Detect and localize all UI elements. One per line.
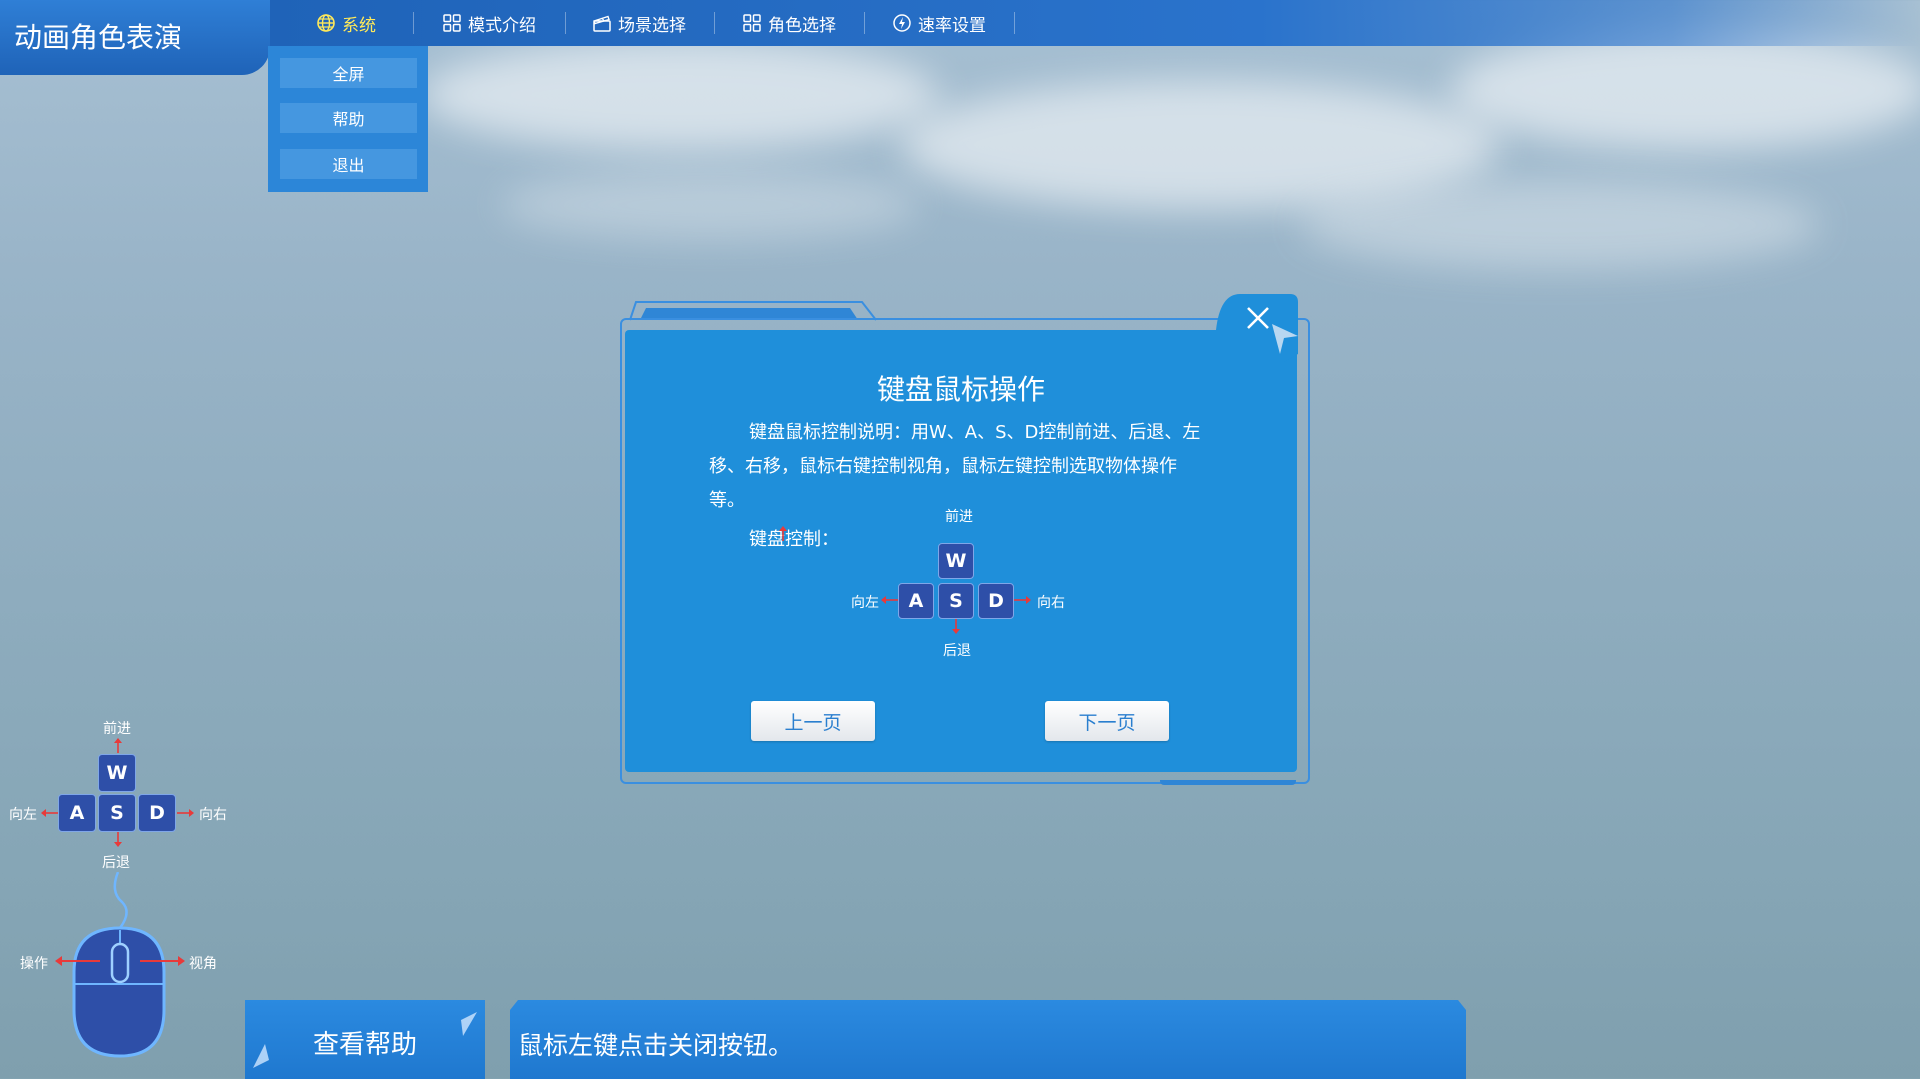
close-button[interactable] bbox=[1206, 294, 1298, 362]
arrow-left-icon bbox=[41, 809, 58, 817]
arrow-down-icon bbox=[114, 832, 122, 847]
forward-label: 前进 bbox=[945, 509, 973, 525]
menu-item-system[interactable]: 系统 bbox=[316, 0, 376, 46]
key-w: W bbox=[938, 543, 974, 579]
mouse-left-label: 操作 bbox=[20, 956, 48, 972]
grid-icon bbox=[443, 14, 461, 32]
help-dialog: 键盘鼠标操作 键盘鼠标控制说明：用W、A、S、D控制前进、后退、左移、右移，鼠标… bbox=[625, 330, 1297, 772]
system-dropdown-menu: 全屏 帮助 退出 bbox=[268, 46, 428, 192]
prev-page-button[interactable]: 上一页 bbox=[751, 701, 875, 741]
menu-separator bbox=[413, 12, 414, 34]
app-title-tab: 动画角色表演 bbox=[0, 0, 270, 75]
app-title: 动画角色表演 bbox=[14, 21, 183, 54]
dropdown-item-exit[interactable]: 退出 bbox=[280, 149, 417, 179]
dialog-bottom-accent bbox=[1160, 780, 1296, 785]
grid-icon bbox=[743, 14, 761, 32]
cloud bbox=[420, 40, 940, 150]
right-label: 向右 bbox=[1037, 595, 1065, 611]
key-s: S bbox=[98, 794, 136, 832]
menu-item-label: 场景选择 bbox=[618, 15, 686, 36]
mouse-icon bbox=[72, 872, 166, 1058]
key-a: A bbox=[58, 794, 96, 832]
arrow-down-icon bbox=[952, 619, 960, 634]
menu-separator bbox=[565, 12, 566, 34]
menu-separator bbox=[714, 12, 715, 34]
dropdown-item-help[interactable]: 帮助 bbox=[280, 103, 417, 133]
menu-item-mode-intro[interactable]: 模式介绍 bbox=[442, 0, 536, 46]
key-d: D bbox=[978, 583, 1014, 619]
cloud bbox=[500, 170, 920, 240]
menu-separator bbox=[1014, 12, 1015, 34]
left-label: 向左 bbox=[851, 595, 879, 611]
status-message: 鼠标左键点击关闭按钮。 bbox=[518, 1031, 794, 1060]
cloud bbox=[1300, 180, 1820, 270]
cloud bbox=[1450, 30, 1920, 150]
forward-label: 前进 bbox=[103, 721, 131, 737]
next-page-button[interactable]: 下一页 bbox=[1045, 701, 1169, 741]
lightning-icon bbox=[893, 14, 911, 32]
dialog-title: 键盘鼠标操作 bbox=[876, 373, 1045, 406]
key-w: W bbox=[98, 754, 136, 792]
arrow-right-icon bbox=[1014, 596, 1031, 604]
menu-item-label: 速率设置 bbox=[918, 15, 986, 36]
top-menu-bar: 系统 模式介绍 场景选择 角色选择 速率设置 bbox=[270, 0, 1920, 46]
menu-item-label: 角色选择 bbox=[768, 15, 836, 36]
view-help-label: 查看帮助 bbox=[312, 1030, 417, 1060]
key-a: A bbox=[898, 583, 934, 619]
back-label: 后退 bbox=[102, 855, 130, 871]
menu-item-role-select[interactable]: 角色选择 bbox=[742, 0, 836, 46]
mouse-right-label: 视角 bbox=[189, 956, 217, 972]
menu-separator bbox=[864, 12, 865, 34]
menu-item-scene-select[interactable]: 场景选择 bbox=[592, 0, 686, 46]
menu-item-label: 系统 bbox=[342, 15, 376, 36]
arrow-right-icon bbox=[177, 809, 194, 817]
arrow-left-icon bbox=[881, 596, 898, 604]
arrow-up-icon bbox=[114, 738, 122, 753]
status-message-box: 鼠标左键点击关闭按钮。 bbox=[510, 1000, 1466, 1079]
key-d: D bbox=[138, 794, 176, 832]
dropdown-item-fullscreen[interactable]: 全屏 bbox=[280, 58, 417, 88]
arrow-up-icon bbox=[779, 526, 787, 541]
right-label: 向右 bbox=[199, 807, 227, 823]
back-label: 后退 bbox=[943, 643, 971, 659]
dialog-description: 键盘鼠标控制说明：用W、A、S、D控制前进、后退、左移、右移，鼠标右键控制视角，… bbox=[709, 422, 1201, 511]
key-s: S bbox=[938, 583, 974, 619]
clapper-icon bbox=[593, 15, 611, 32]
globe-icon bbox=[317, 14, 335, 32]
view-help-button[interactable]: 查看帮助 bbox=[245, 1000, 485, 1079]
keyboard-control-label: 键盘控制： bbox=[749, 529, 839, 550]
menu-item-speed-settings[interactable]: 速率设置 bbox=[892, 0, 986, 46]
arrow-right-icon bbox=[140, 956, 185, 966]
left-label: 向左 bbox=[9, 807, 37, 823]
arrow-left-icon bbox=[55, 956, 100, 966]
menu-item-label: 模式介绍 bbox=[468, 15, 536, 36]
